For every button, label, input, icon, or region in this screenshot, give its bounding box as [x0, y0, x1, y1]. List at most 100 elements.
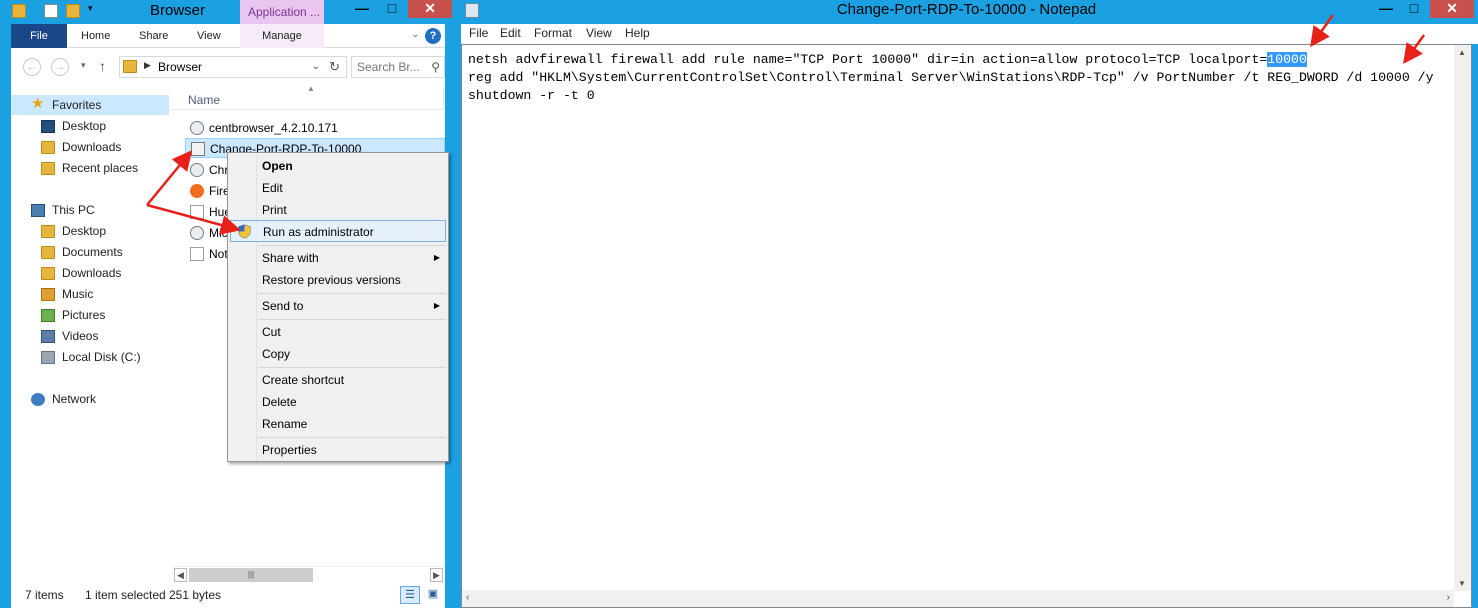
tab-view[interactable]: View	[197, 24, 221, 48]
menu-item-cut[interactable]: Cut	[230, 321, 446, 343]
music-folder-icon	[41, 288, 55, 301]
menu-item-print[interactable]: Print	[230, 199, 446, 221]
nav-network[interactable]: Network	[11, 389, 169, 409]
properties-icon[interactable]	[44, 4, 58, 18]
expand-ribbon-icon[interactable]: ⌄	[411, 29, 419, 40]
tab-share[interactable]: Share	[139, 24, 168, 48]
menu-item-delete[interactable]: Delete	[230, 391, 446, 413]
nav-label: Favorites	[52, 98, 102, 112]
application-tools-tab[interactable]: Application ...	[240, 0, 324, 24]
nav-pc-desktop[interactable]: Desktop	[11, 221, 169, 241]
application-icon	[190, 121, 204, 135]
menu-view[interactable]: View	[586, 26, 612, 40]
nav-downloads[interactable]: Downloads	[11, 137, 169, 157]
address-dropdown-icon[interactable]: ⌄	[312, 61, 320, 72]
menu-file[interactable]: File	[469, 26, 488, 40]
up-button[interactable]: ↑	[99, 58, 106, 74]
batch-file-icon	[191, 142, 205, 156]
close-button[interactable]: ✕	[408, 0, 452, 18]
scroll-thumb[interactable]: |||	[189, 568, 313, 582]
menu-help[interactable]: Help	[625, 26, 650, 40]
application-icon	[190, 163, 204, 177]
menu-item-share-with[interactable]: Share with ▶	[230, 247, 446, 269]
forward-button[interactable]: →	[51, 58, 69, 76]
menu-label: Print	[262, 203, 287, 217]
details-view-icon[interactable]: ☰	[400, 586, 420, 604]
menu-item-copy[interactable]: Copy	[230, 343, 446, 365]
scroll-right-icon[interactable]: ›	[1447, 592, 1450, 603]
large-icons-view-icon[interactable]: ▣	[423, 586, 443, 604]
menu-label: Send to	[262, 299, 304, 313]
nav-label: Pictures	[62, 308, 106, 322]
nav-documents[interactable]: Documents	[11, 242, 169, 262]
vertical-scrollbar[interactable]: ▲ ▼	[1454, 45, 1471, 591]
search-icon[interactable]: ⚲	[431, 60, 440, 74]
text-line: netsh advfirewall firewall add rule name…	[468, 52, 1268, 67]
scroll-down-icon[interactable]: ▼	[1458, 579, 1466, 588]
column-header-name[interactable]: Name	[188, 93, 220, 107]
menu-label: Copy	[262, 347, 291, 361]
menu-item-open[interactable]: Open	[230, 155, 446, 177]
scroll-left-icon[interactable]: ‹	[466, 592, 469, 603]
nav-videos[interactable]: Videos	[11, 326, 169, 346]
menu-format[interactable]: Format	[534, 26, 572, 40]
refresh-icon[interactable]: ↻	[329, 59, 340, 75]
window-title: Browser	[150, 2, 206, 19]
file-name: Chr	[209, 163, 229, 177]
menu-edit[interactable]: Edit	[500, 26, 521, 40]
minimize-button[interactable]: —	[1372, 0, 1400, 18]
scroll-up-icon[interactable]: ▲	[1458, 48, 1466, 57]
new-folder-icon[interactable]	[66, 4, 80, 18]
search-box[interactable]: ⚲	[351, 56, 445, 78]
menu-item-rename[interactable]: Rename	[230, 413, 446, 435]
menu-item-create-shortcut[interactable]: Create shortcut	[230, 369, 446, 391]
tab-home[interactable]: Home	[81, 24, 110, 48]
editor-content[interactable]: netsh advfirewall firewall add rule name…	[468, 51, 1433, 105]
horizontal-scrollbar[interactable]: ◀ ||| ▶	[171, 566, 445, 583]
tab-manage[interactable]: Manage	[240, 24, 324, 48]
address-bar[interactable]: ▶ Browser ⌄ ↻	[119, 56, 347, 78]
menu-separator	[258, 319, 446, 320]
notepad-icon[interactable]	[465, 3, 479, 18]
column-divider[interactable]	[443, 86, 444, 110]
address-row: ← → ▾ ↑ ▶ Browser ⌄ ↻ ⚲	[11, 48, 445, 86]
scroll-right-icon[interactable]: ▶	[430, 568, 443, 582]
nav-desktop[interactable]: Desktop	[11, 116, 169, 136]
menu-item-properties[interactable]: Properties	[230, 439, 446, 461]
recent-locations-icon[interactable]: ▾	[81, 60, 86, 71]
menu-item-edit[interactable]: Edit	[230, 177, 446, 199]
application-icon	[190, 226, 204, 240]
nav-music[interactable]: Music	[11, 284, 169, 304]
horizontal-scrollbar[interactable]: ‹ ›	[462, 590, 1454, 607]
ribbon-tabs: File Home Share View Manage ⌄ ?	[11, 24, 445, 48]
nav-recent-places[interactable]: Recent places	[11, 158, 169, 178]
qat-dropdown-icon[interactable]: ▾	[88, 3, 93, 14]
tab-file[interactable]: File	[11, 24, 67, 48]
maximize-button[interactable]: □	[378, 0, 406, 18]
menu-item-restore-previous-versions[interactable]: Restore previous versions	[230, 269, 446, 291]
text-editor[interactable]: netsh advfirewall firewall add rule name…	[461, 44, 1472, 608]
search-input[interactable]	[352, 57, 428, 77]
close-button[interactable]: ✕	[1430, 0, 1474, 18]
nav-this-pc[interactable]: This PC	[11, 200, 169, 220]
nav-favorites[interactable]: ★ Favorites	[11, 95, 169, 115]
notepad-window: Change-Port-RDP-To-10000 - Notepad — □ ✕…	[455, 0, 1478, 608]
folder-icon	[123, 60, 137, 73]
scroll-left-icon[interactable]: ◀	[174, 568, 187, 582]
minimize-button[interactable]: —	[348, 0, 376, 18]
breadcrumb-current[interactable]: Browser	[158, 60, 202, 74]
uac-shield-icon	[238, 224, 251, 239]
maximize-button[interactable]: □	[1400, 0, 1428, 18]
menu-separator	[258, 367, 446, 368]
nav-pc-downloads[interactable]: Downloads	[11, 263, 169, 283]
breadcrumb-separator-icon[interactable]: ▶	[144, 60, 151, 71]
menu-item-run-as-administrator[interactable]: Run as administrator	[230, 220, 446, 242]
help-button[interactable]: ?	[425, 28, 441, 44]
file-row[interactable]: centbrowser_4.2.10.171	[185, 118, 445, 138]
network-icon	[31, 393, 45, 406]
back-button[interactable]: ←	[23, 58, 41, 76]
disk-drive-icon	[41, 351, 55, 364]
menu-item-send-to[interactable]: Send to ▶	[230, 295, 446, 317]
nav-pictures[interactable]: Pictures	[11, 305, 169, 325]
nav-local-disk[interactable]: Local Disk (C:)	[11, 347, 169, 367]
